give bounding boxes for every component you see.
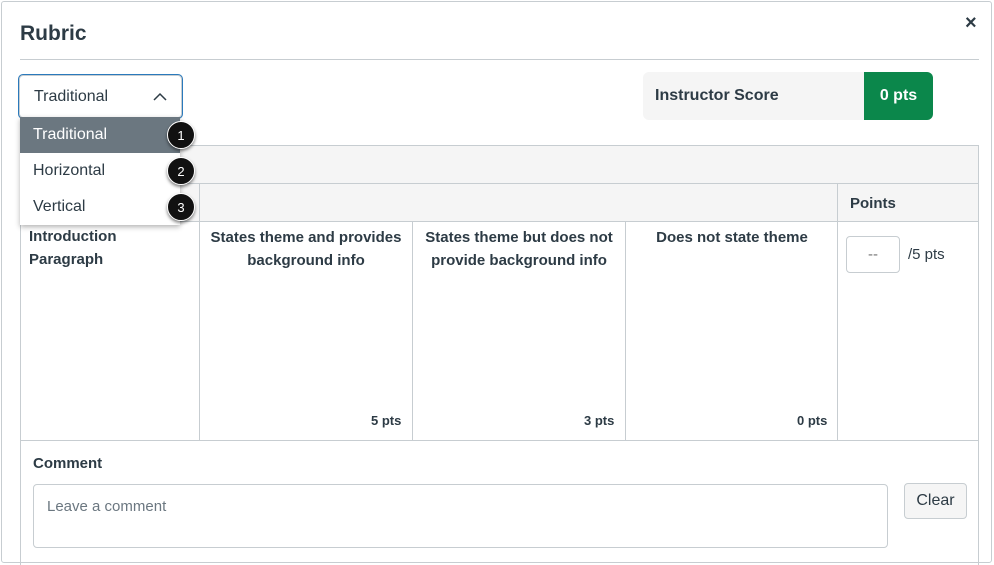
divider — [20, 59, 979, 60]
criterion-name: Introduction Paragraph — [29, 228, 117, 268]
comment-input[interactable] — [33, 484, 888, 548]
points-input[interactable] — [846, 236, 900, 273]
close-icon[interactable]: × — [965, 12, 977, 35]
callout-badge: 3 — [167, 193, 195, 221]
callout-badge: 1 — [167, 121, 195, 149]
rating-description[interactable]: Does not state theme — [633, 226, 831, 249]
chevron-up-icon — [153, 92, 167, 101]
dialog-title: Rubric — [20, 22, 87, 45]
score-value: 0 pts — [864, 72, 933, 120]
rating-description[interactable]: States theme and provides background inf… — [207, 226, 405, 272]
clear-button[interactable]: Clear — [904, 483, 967, 519]
rating-points: 5 pts — [371, 413, 402, 428]
view-select-value: Traditional — [34, 87, 109, 105]
points-header: Points — [850, 195, 896, 212]
view-select-menu: Traditional Horizontal Vertical — [20, 117, 180, 225]
option-horizontal[interactable]: Horizontal — [20, 153, 180, 189]
instructor-score: Instructor Score 0 pts — [643, 72, 933, 120]
comment-label: Comment — [33, 455, 103, 472]
rating-description[interactable]: States theme but does not provide backgr… — [420, 226, 618, 272]
score-label: Instructor Score — [655, 87, 779, 104]
option-vertical[interactable]: Vertical — [20, 189, 180, 225]
rating-points: 3 pts — [584, 413, 615, 428]
callout-badge: 2 — [167, 157, 195, 185]
rating-points: 0 pts — [797, 413, 828, 428]
points-possible: /5 pts — [908, 246, 945, 263]
view-select[interactable]: Traditional — [19, 75, 182, 118]
option-traditional[interactable]: Traditional — [20, 117, 180, 153]
